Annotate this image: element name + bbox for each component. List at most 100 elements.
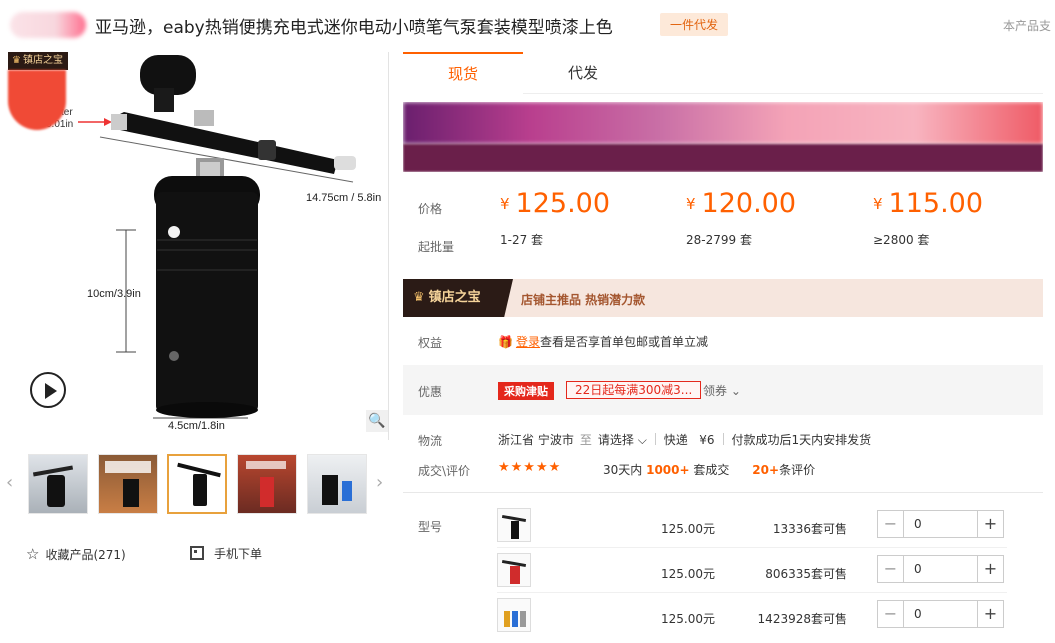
promo-banner-blurred[interactable] bbox=[403, 102, 1043, 172]
chevron-down-icon: ⌄ bbox=[730, 384, 741, 398]
sku-price: 125.00元 bbox=[661, 612, 715, 626]
mobile-order-label: 手机下单 bbox=[214, 547, 263, 561]
favorite-button[interactable]: ☆ 收藏产品(271) bbox=[26, 545, 126, 563]
sku-thumbnail[interactable] bbox=[497, 508, 531, 542]
dropship-tag[interactable]: 一件代发 bbox=[660, 13, 729, 36]
shop-treasure-badge: ♛ 镇店之宝 bbox=[8, 52, 68, 130]
crown-icon: ♛ bbox=[413, 290, 425, 305]
deals-label: 成交\评价 bbox=[418, 464, 471, 478]
destination-select[interactable]: 请选择 ⌵ bbox=[598, 431, 647, 448]
rights-label: 权益 bbox=[418, 336, 443, 350]
badge-blurred-graphic bbox=[8, 70, 66, 130]
coupon-tag: 采购津贴 bbox=[498, 382, 554, 400]
star-outline-icon: ☆ bbox=[26, 545, 40, 563]
gift-icon: 🎁 bbox=[498, 335, 513, 349]
favorite-label: 收藏产品(271) bbox=[45, 548, 126, 562]
base-dimension-label: 4.5cm/1.8in bbox=[168, 420, 225, 432]
tab-in-stock[interactable]: 现货 bbox=[403, 52, 523, 94]
moq-label: 起批量 bbox=[418, 240, 455, 254]
express-label: 快递 bbox=[663, 433, 688, 447]
deal-count: 1000+ bbox=[646, 463, 690, 477]
tab-dropship[interactable]: 代发 bbox=[523, 52, 643, 94]
purchase-mode-tabs: 现货 代发 bbox=[403, 52, 1043, 94]
sku-stock: 1423928套可售 bbox=[757, 612, 847, 626]
sku-stock: 13336套可售 bbox=[772, 522, 847, 536]
sku-thumbnail[interactable] bbox=[497, 598, 531, 632]
decrease-button[interactable]: − bbox=[878, 601, 904, 627]
badge-text: 镇店之宝 bbox=[22, 55, 63, 66]
shop-treasure-bar: ♛ 镇店之宝 店铺主推品 热销潜力款 bbox=[403, 279, 1043, 317]
section-divider bbox=[403, 492, 1043, 493]
length-dimension-label: 14.75cm / 5.8in bbox=[306, 192, 382, 204]
decrease-button[interactable]: − bbox=[878, 511, 904, 537]
thumbnail-next-arrow-icon[interactable]: › bbox=[376, 472, 383, 493]
sku-stock: 806335套可售 bbox=[765, 567, 847, 581]
review-count[interactable]: 20+ bbox=[752, 463, 779, 477]
thumbnail-1[interactable] bbox=[28, 454, 88, 514]
ship-origin: 浙江省 宁波市 bbox=[498, 433, 574, 447]
deal-stats: 30天内 1000+ 套成交 20+条评价 bbox=[603, 463, 816, 477]
dispatch-note: 付款成功后1天内安排发货 bbox=[731, 433, 872, 447]
tier-price: 120.00 bbox=[701, 188, 797, 219]
sku-row: 125.00元 806335套可售 − 0 + bbox=[497, 553, 1007, 593]
decrease-button[interactable]: − bbox=[878, 556, 904, 582]
increase-button[interactable]: + bbox=[977, 511, 1003, 537]
quantity-stepper: − 0 + bbox=[877, 600, 1004, 628]
product-header: 亚马逊，eaby热销便携充电式迷你电动小喷笔气泵套装模型喷漆上色 一件代发 本产… bbox=[0, 0, 1055, 50]
login-link[interactable]: 登录 bbox=[516, 335, 540, 349]
quantity-input[interactable]: 0 bbox=[914, 607, 922, 621]
price-tier-1: ¥125.00 1-27 套 bbox=[500, 188, 611, 247]
logistics-label: 物流 bbox=[418, 434, 443, 448]
sku-divider bbox=[497, 547, 1007, 548]
thumbnail-prev-arrow-icon[interactable]: ‹ bbox=[6, 472, 13, 493]
logistics-info: 浙江省 宁波市至请选择 ⌵ 快递 ¥6 付款成功后1天内安排发货 bbox=[498, 431, 872, 448]
shipping-fee: ¥6 bbox=[699, 433, 715, 447]
coupon-detail[interactable]: 22日起每满300减3... bbox=[566, 381, 702, 399]
quantity-input[interactable]: 0 bbox=[914, 562, 922, 576]
increase-button[interactable]: + bbox=[977, 556, 1003, 582]
price-label: 价格 bbox=[418, 202, 443, 216]
increase-button[interactable]: + bbox=[977, 601, 1003, 627]
zoom-icon[interactable]: 🔍 bbox=[366, 410, 388, 432]
sku-row: 125.00元 13336套可售 − 0 + bbox=[497, 508, 1007, 548]
tier-range: 28-2799 套 bbox=[686, 233, 752, 247]
tier-range: 1-27 套 bbox=[500, 233, 544, 247]
sku-thumbnail[interactable] bbox=[497, 553, 531, 587]
gallery-divider bbox=[388, 52, 389, 440]
crown-icon: ♛ bbox=[12, 55, 21, 66]
sku-row: 125.00元 1423928套可售 − 0 + bbox=[497, 598, 1007, 638]
thumbnail-4[interactable] bbox=[237, 454, 297, 514]
thumbnail-strip: ‹ › bbox=[4, 452, 390, 516]
tier-price: 125.00 bbox=[515, 188, 611, 219]
mobile-order-button[interactable]: 手机下单 bbox=[190, 545, 262, 562]
treasure-badge: ♛ 镇店之宝 bbox=[403, 279, 513, 317]
sku-label: 型号 bbox=[418, 520, 443, 534]
thumbnail-2[interactable] bbox=[98, 454, 158, 514]
product-title: 亚马逊，eaby热销便携充电式迷你电动小喷笔气泵套装模型喷漆上色 bbox=[95, 18, 613, 38]
promotion-label: 优惠 bbox=[418, 385, 443, 399]
price-tiers: 价格 起批量 ¥125.00 1-27 套 ¥120.00 28-2799 套 … bbox=[403, 180, 1043, 270]
thumbnail-3[interactable] bbox=[167, 454, 227, 514]
quantity-input[interactable]: 0 bbox=[914, 517, 922, 531]
tier-range: ≥2800 套 bbox=[873, 233, 930, 247]
price-tier-2: ¥120.00 28-2799 套 bbox=[686, 188, 797, 247]
sku-price: 125.00元 bbox=[661, 567, 715, 581]
shop-logo-blurred[interactable] bbox=[10, 12, 86, 38]
sku-divider bbox=[497, 592, 1007, 593]
play-video-icon[interactable] bbox=[30, 372, 66, 408]
receive-coupon-button[interactable]: 领券 ⌄ bbox=[703, 382, 741, 399]
thumbnail-5[interactable] bbox=[307, 454, 367, 514]
rating-stars: ★★★★★ bbox=[498, 460, 562, 475]
height-dimension-label: 10cm/3.9in bbox=[87, 288, 141, 300]
sku-price: 125.00元 bbox=[661, 522, 715, 536]
treasure-text: 店铺主推品 热销潜力款 bbox=[521, 293, 646, 307]
chevron-down-icon: ⌵ bbox=[637, 433, 647, 447]
product-support-note: 本产品支 bbox=[1003, 19, 1052, 33]
rights-text: 查看是否享首单包邮或首单立减 bbox=[539, 335, 708, 349]
qr-code-icon bbox=[190, 546, 204, 560]
quantity-stepper: − 0 + bbox=[877, 555, 1004, 583]
tier-price: 115.00 bbox=[888, 188, 984, 219]
rights-benefit: 🎁 登录查看是否享首单包邮或首单立减 bbox=[498, 333, 708, 350]
price-tier-3: ¥115.00 ≥2800 套 bbox=[873, 188, 984, 247]
quantity-stepper: − 0 + bbox=[877, 510, 1004, 538]
